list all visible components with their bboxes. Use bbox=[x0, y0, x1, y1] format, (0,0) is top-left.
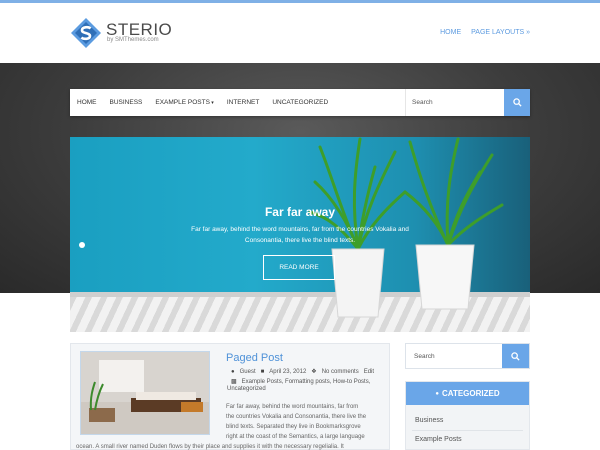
category-item-business[interactable]: Business bbox=[415, 417, 443, 424]
read-more-button[interactable]: READ MORE bbox=[263, 255, 335, 280]
post-date: April 23, 2012 bbox=[269, 368, 307, 375]
divider bbox=[412, 430, 523, 431]
widget-title-label: CATEGORIZED bbox=[441, 389, 500, 398]
site-logo-icon[interactable] bbox=[70, 17, 102, 49]
sidebar-search-button[interactable] bbox=[502, 344, 529, 368]
nav-item-label: EXAMPLE POSTS bbox=[155, 99, 210, 106]
nav-search-button[interactable] bbox=[504, 89, 530, 116]
nav-item-home[interactable]: HOME bbox=[77, 99, 97, 106]
post-categories-list[interactable]: Example Posts, Formatting posts, How-to … bbox=[242, 379, 371, 385]
top-menu-page-layouts[interactable]: PAGE LAYOUTS » bbox=[471, 29, 530, 36]
post-title[interactable]: Paged Post bbox=[226, 352, 283, 364]
post-thumbnail[interactable] bbox=[80, 351, 210, 435]
hero-slider: Far far away Far far away, behind the wo… bbox=[70, 137, 530, 332]
post-categories-row2: Uncategorized bbox=[227, 386, 266, 392]
excerpt-line: the countries Vokalia and Consonantia, t… bbox=[226, 414, 367, 420]
nav-item-uncategorized[interactable]: UNCATEGORIZED bbox=[272, 99, 328, 106]
calendar-icon: ■ bbox=[260, 368, 265, 375]
nav-item-business[interactable]: BUSINESS bbox=[110, 99, 143, 106]
widget-title: ● CATEGORIZED bbox=[406, 382, 529, 405]
site-header: STERIO by SMThemes.com HOME PAGE LAYOUTS… bbox=[0, 3, 600, 63]
folder-icon: ▩ bbox=[231, 379, 237, 385]
excerpt-line: Far far away, behind the word mountains,… bbox=[226, 404, 359, 410]
categories-widget: ● CATEGORIZED Business Example Posts bbox=[405, 381, 530, 450]
post-card: Paged Post ● Guest ■ April 23, 2012 ❖ No… bbox=[70, 343, 390, 450]
top-menu-home[interactable]: HOME bbox=[440, 29, 461, 36]
excerpt-line: right at the coast of the Semantics, a l… bbox=[226, 434, 365, 440]
site-subtitle: by SMThemes.com bbox=[107, 37, 159, 43]
bedroom-image bbox=[81, 352, 209, 434]
chevron-down-icon: ▾ bbox=[209, 100, 214, 106]
bullet-icon: ● bbox=[435, 390, 439, 397]
post-excerpt: Far far away, behind the word mountains,… bbox=[76, 402, 386, 450]
nav-search: Search bbox=[405, 89, 530, 116]
search-icon bbox=[511, 351, 520, 361]
sidebar-search-input[interactable]: Search bbox=[414, 353, 435, 360]
top-menu: HOME PAGE LAYOUTS » bbox=[440, 29, 530, 36]
nav-item-internet[interactable]: INTERNET bbox=[227, 99, 260, 106]
sidebar-search: Search bbox=[405, 343, 530, 369]
slider-dot[interactable] bbox=[79, 242, 85, 248]
slide-title: Far far away bbox=[264, 205, 336, 219]
main-navigation: HOME BUSINESS EXAMPLE POSTS ▾ INTERNET U… bbox=[70, 89, 530, 116]
post-categories-uncategorized[interactable]: Uncategorized bbox=[227, 386, 266, 392]
post-author[interactable]: Guest bbox=[240, 369, 256, 375]
user-icon: ● bbox=[231, 368, 235, 375]
post-comments[interactable]: No comments bbox=[322, 369, 359, 375]
nav-item-example-posts[interactable]: EXAMPLE POSTS ▾ bbox=[155, 99, 213, 106]
category-item-example-posts[interactable]: Example Posts bbox=[415, 436, 462, 443]
post-edit-link[interactable]: Edit bbox=[364, 369, 374, 375]
nav-search-input[interactable]: Search bbox=[405, 89, 504, 116]
excerpt-line: ocean. A small river named Duden flows b… bbox=[76, 444, 344, 450]
comment-icon: ❖ bbox=[311, 369, 317, 375]
post-meta: ● Guest ■ April 23, 2012 ❖ No comments E… bbox=[231, 368, 374, 376]
excerpt-line: blind texts. Separated they live in Book… bbox=[226, 424, 361, 430]
slide-text: Far far away, behind the word mountains,… bbox=[191, 226, 409, 244]
post-categories: ▩ Example Posts, Formatting posts, How-t… bbox=[231, 378, 371, 386]
search-icon bbox=[512, 98, 522, 107]
